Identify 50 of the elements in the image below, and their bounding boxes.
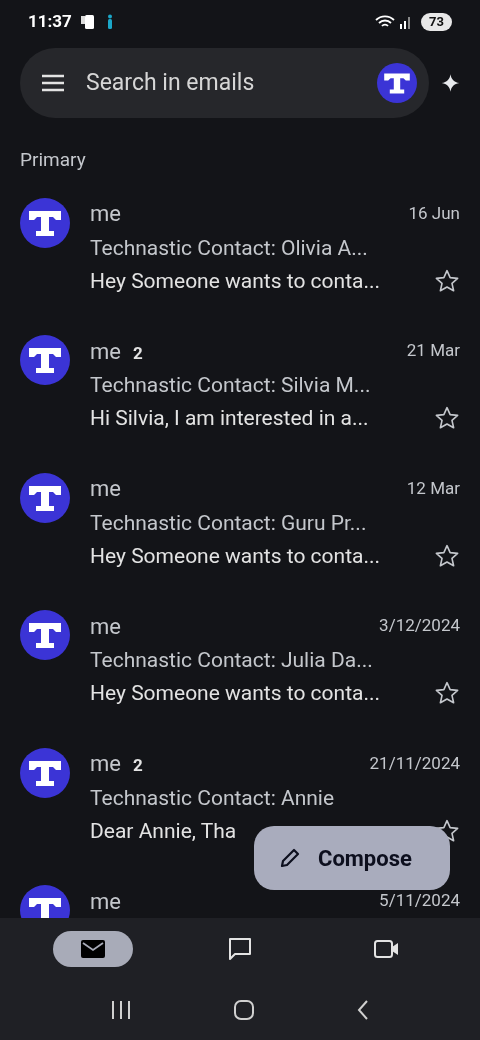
recent-apps-icon[interactable] <box>110 1000 133 1020</box>
email-subject: Technastic Contact: Guru Pr... <box>90 509 367 537</box>
pencil-icon <box>278 846 302 870</box>
email-subject: Technastic Contact: Olivia A... <box>90 234 368 262</box>
avatar-logo-icon <box>20 335 70 385</box>
email-date: 3/12/2024 <box>379 614 460 638</box>
email-subject: Technastic Contact: Silvia M... <box>90 372 371 399</box>
nav-tab[interactable] <box>53 931 134 967</box>
mail-icon <box>80 938 107 960</box>
star-icon[interactable] <box>434 680 460 706</box>
back-icon[interactable] <box>355 999 370 1021</box>
section-label: Primary <box>19 147 87 173</box>
search-field[interactable]: Search in emails <box>20 48 429 118</box>
search-input[interactable]: Search in emails <box>86 65 377 101</box>
home-icon[interactable] <box>233 999 255 1021</box>
email-snippet: Hi Silvia, I am interested in a... <box>90 405 369 432</box>
email-snippet: Dear Annie, Tha <box>90 817 237 845</box>
sender-name: me <box>90 887 121 916</box>
email-snippet: Hey Someone wants to conta... <box>90 542 381 570</box>
sender-name: me <box>90 200 121 228</box>
avatar-logo-icon <box>377 63 417 103</box>
sender-name: me <box>90 337 121 366</box>
video-camera-icon <box>372 938 401 960</box>
compose-button[interactable]: Compose <box>254 826 450 890</box>
email-date: 16 Jun <box>408 201 460 225</box>
email-date: 21 Mar <box>406 339 460 363</box>
sender-name: me <box>90 750 121 778</box>
sender-name: me <box>90 612 121 641</box>
email-snippet: Hey Someone wants to conta... <box>90 680 381 707</box>
star-icon[interactable] <box>434 267 460 294</box>
battery-level: 73 <box>421 13 452 31</box>
avatar-logo-icon <box>20 472 70 523</box>
email-snippet: Hey Someone wants to conta... <box>90 267 381 295</box>
email-date: 12 Mar <box>406 476 460 500</box>
email-date: 21/11/2024 <box>369 751 460 775</box>
avatar-logo-icon <box>20 197 70 248</box>
chat-bubble-icon <box>227 936 253 962</box>
thread-count: 2 <box>132 754 143 777</box>
email-subject: Technastic Contact: Annie <box>90 784 335 812</box>
star-icon[interactable] <box>434 405 460 431</box>
email-subject: Technastic Contact: Julia Da... <box>90 647 373 674</box>
avatar-logo-icon <box>20 747 70 798</box>
person-icon <box>105 14 114 30</box>
thread-count: 2 <box>132 341 143 365</box>
menu-icon[interactable] <box>40 73 66 93</box>
email-date: 5/11/2024 <box>379 889 460 913</box>
avatar-logo-icon <box>20 610 70 660</box>
sender-name: me <box>90 475 121 503</box>
star-icon[interactable] <box>434 542 460 569</box>
status-time: 11:37 <box>28 10 72 34</box>
